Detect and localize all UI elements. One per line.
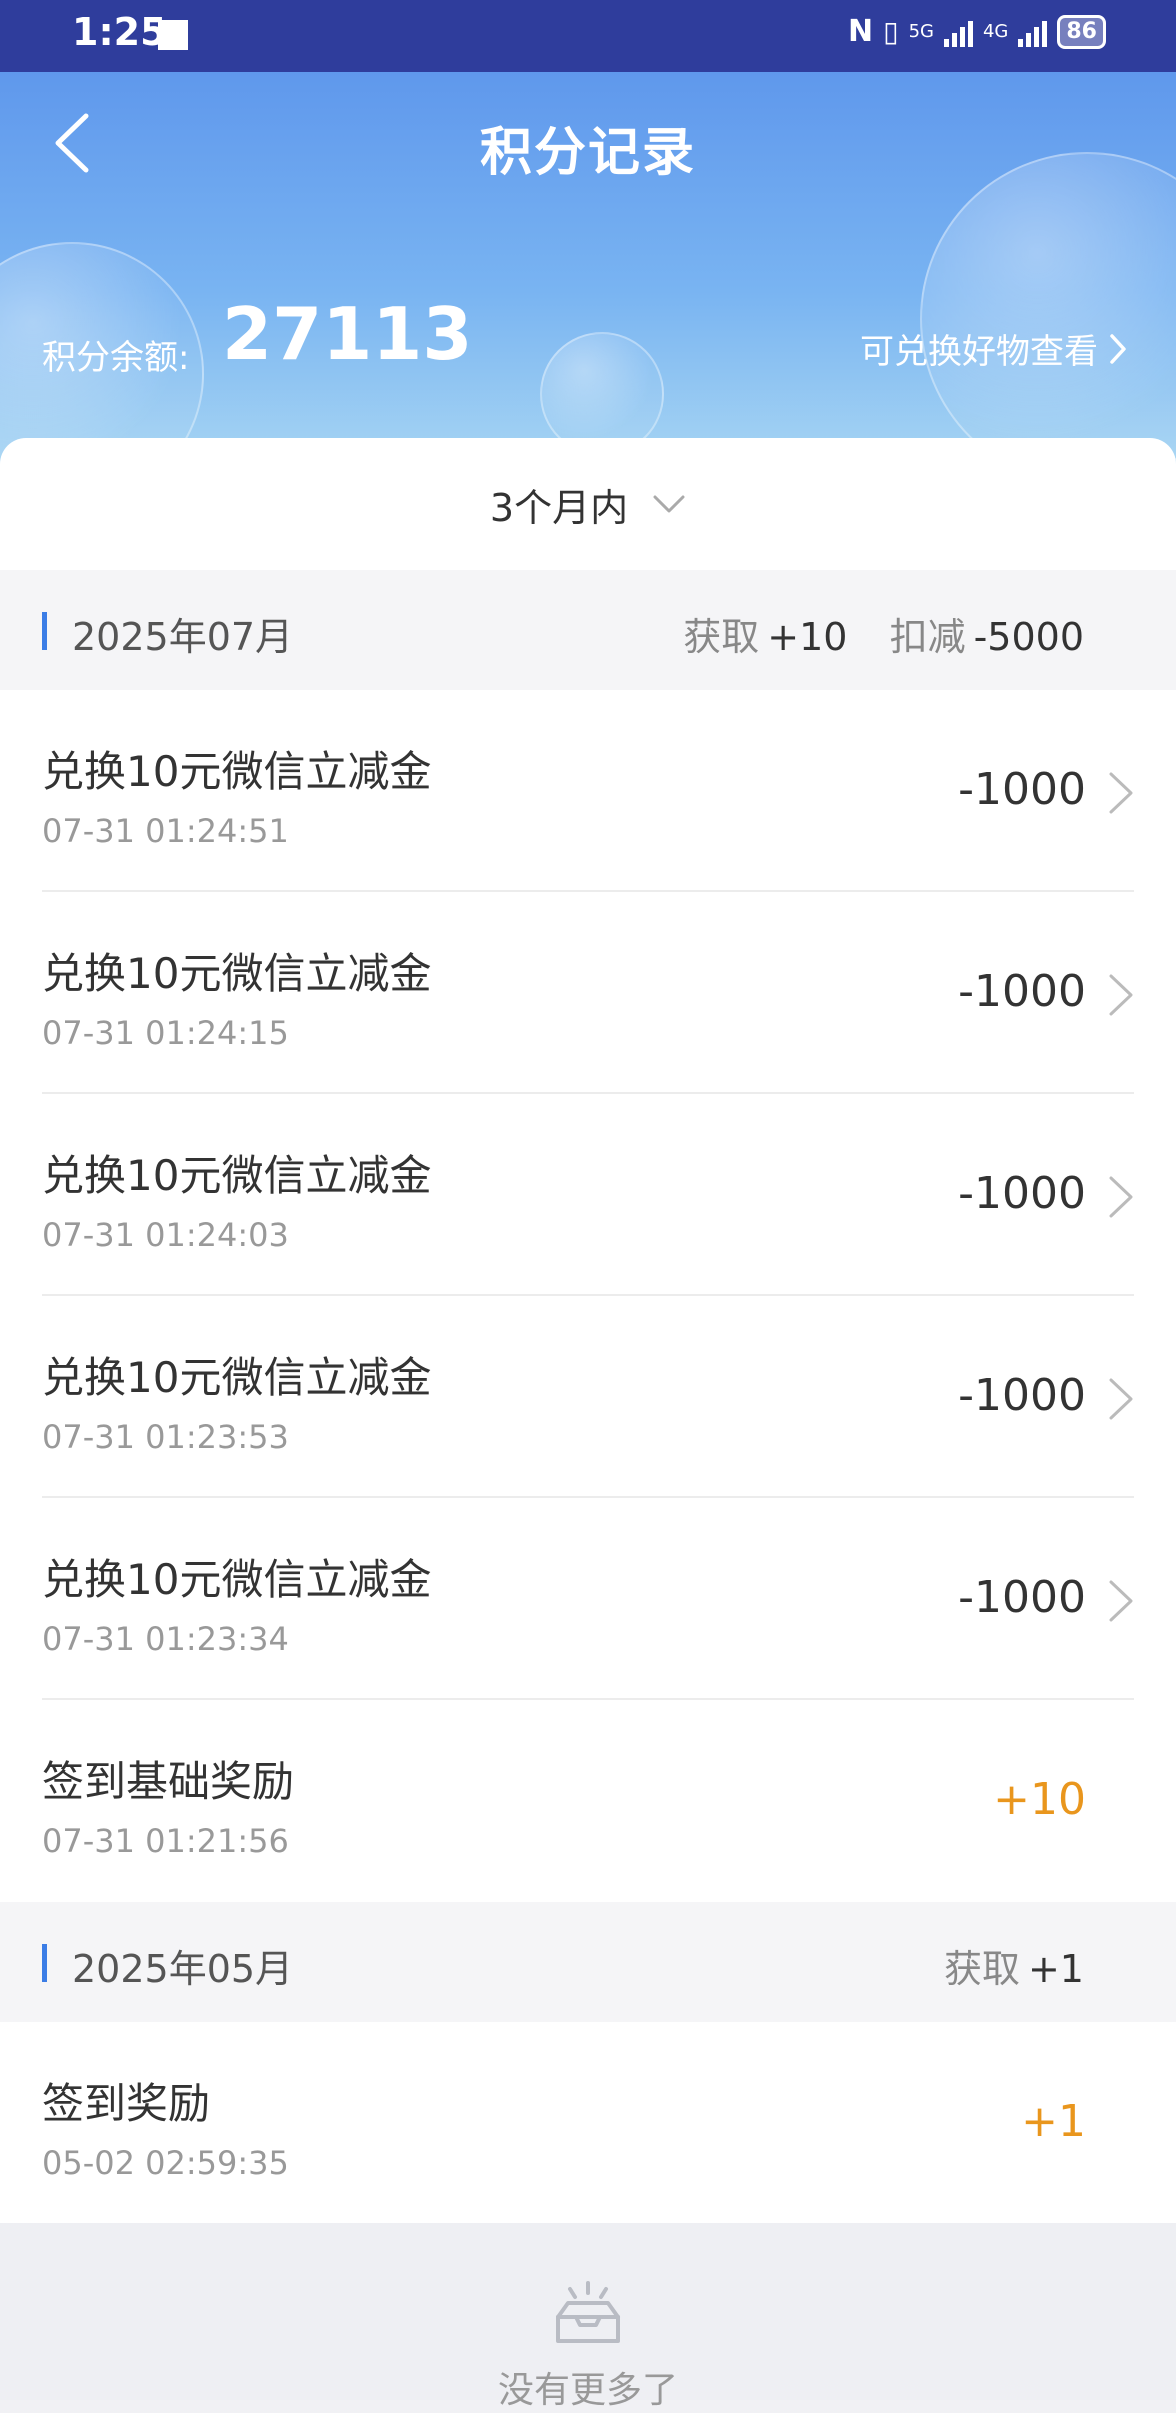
- record-amount: -1000: [958, 764, 1086, 815]
- month-accent-bar: [42, 1944, 47, 1982]
- record-time: 07-31 01:23:34: [42, 1620, 289, 1658]
- record-amount: -1000: [958, 966, 1086, 1017]
- month-label: 2025年05月: [72, 1947, 294, 1991]
- page-title: 积分记录: [479, 123, 696, 183]
- status-time: 1:25: [72, 10, 167, 54]
- record-time: 07-31 01:24:15: [42, 1014, 289, 1052]
- empty-inbox-icon: [556, 2281, 620, 2343]
- record-title: 兑换10元微信立减金: [42, 1151, 432, 1200]
- status-icons: N ▯ 5G 4G 86: [848, 14, 1106, 49]
- deduct-value: -5000: [973, 615, 1084, 659]
- chevron-right-icon: [1109, 1378, 1133, 1420]
- list-end-footer: 没有更多了: [0, 2223, 1176, 2411]
- chevron-right-icon: [1110, 333, 1126, 364]
- notification-icon: [158, 20, 188, 50]
- record-time: 07-31 01:23:53: [42, 1418, 289, 1456]
- chevron-right-icon: [1109, 772, 1133, 814]
- signal-icon: [943, 17, 973, 47]
- chevron-right-icon: [1109, 974, 1133, 1016]
- record-amount: +1: [1021, 2096, 1086, 2147]
- network-type-2: 4G: [982, 21, 1009, 42]
- record-time: 05-02 02:59:35: [42, 2144, 289, 2182]
- record-time: 07-31 01:24:03: [42, 1216, 289, 1254]
- status-bar: 1:25 N ▯ 5G 4G 86: [0, 0, 1176, 72]
- record-row[interactable]: 兑换10元微信立减金 07-31 01:23:34 -1000: [0, 1498, 1176, 1700]
- battery-icon: 86: [1057, 14, 1106, 49]
- balance-label: 积分余额:: [42, 338, 190, 378]
- month-header: 2025年05月 获取 +1: [0, 1902, 1176, 2022]
- record-title: 兑换10元微信立减金: [42, 949, 432, 998]
- record-row[interactable]: 兑换10元微信立减金 07-31 01:24:03 -1000: [0, 1094, 1176, 1296]
- no-more-text: 没有更多了: [497, 2370, 678, 2411]
- record-title: 签到奖励: [42, 2079, 211, 2128]
- record-title: 兑换10元微信立减金: [42, 1555, 432, 1604]
- month-header: 2025年07月 获取 +10 扣减 -5000: [0, 570, 1176, 690]
- gain-label: 获取: [683, 615, 760, 659]
- record-row[interactable]: 兑换10元微信立减金 07-31 01:24:15 -1000: [0, 892, 1176, 1094]
- network-type-1: 5G: [908, 21, 934, 42]
- header-banner: 积分记录 积分余额: 27113 可兑换好物查看: [0, 72, 1176, 472]
- chevron-right-icon: [1109, 1580, 1133, 1622]
- record-title: 签到基础奖励: [42, 1757, 295, 1806]
- record-amount: -1000: [958, 1572, 1086, 1623]
- record-row[interactable]: 兑换10元微信立减金 07-31 01:23:53 -1000: [0, 1296, 1176, 1498]
- record-time: 07-31 01:21:56: [42, 1822, 289, 1860]
- time-filter-label: 3个月内: [489, 485, 629, 530]
- redeem-goods-label: 可兑换好物查看: [860, 332, 1098, 372]
- month-summary: 获取 +1: [944, 1938, 1084, 1993]
- chevron-right-icon: [1109, 1176, 1133, 1218]
- record-row[interactable]: 兑换10元微信立减金 07-31 01:24:51 -1000: [0, 690, 1176, 892]
- deduct-label: 扣减: [889, 615, 966, 659]
- redeem-goods-link[interactable]: 可兑换好物查看: [860, 324, 1128, 373]
- record-title: 兑换10元微信立减金: [42, 747, 432, 796]
- record-amount: -1000: [958, 1370, 1086, 1421]
- nfc-icon: N: [848, 14, 874, 49]
- time-filter-dropdown[interactable]: 3个月内: [0, 438, 1176, 570]
- record-row: 签到基础奖励 07-31 01:21:56 +10: [0, 1700, 1176, 1902]
- record-amount: +10: [993, 1774, 1086, 1825]
- chevron-down-icon: [653, 495, 685, 513]
- record-amount: -1000: [958, 1168, 1086, 1219]
- signal-icon-2: [1018, 17, 1048, 47]
- month-accent-bar: [42, 612, 47, 650]
- vibrate-icon: ▯: [883, 15, 899, 48]
- decor-bubble: [920, 152, 1176, 472]
- gain-value: +1: [1027, 1947, 1084, 1991]
- gain-value: +10: [767, 615, 848, 659]
- gain-label: 获取: [943, 1947, 1020, 1991]
- record-row: 签到奖励 05-02 02:59:35 +1: [0, 2022, 1176, 2223]
- record-title: 兑换10元微信立减金: [42, 1353, 432, 1402]
- records-card: 3个月内 2025年07月 获取 +10 扣减 -5000 兑换10元微信立减金 0…: [0, 438, 1176, 2223]
- record-time: 07-31 01:24:51: [42, 812, 289, 850]
- balance-value: 27113: [222, 292, 473, 376]
- month-label: 2025年07月: [72, 615, 294, 659]
- month-summary: 获取 +10 扣减 -5000: [683, 606, 1084, 661]
